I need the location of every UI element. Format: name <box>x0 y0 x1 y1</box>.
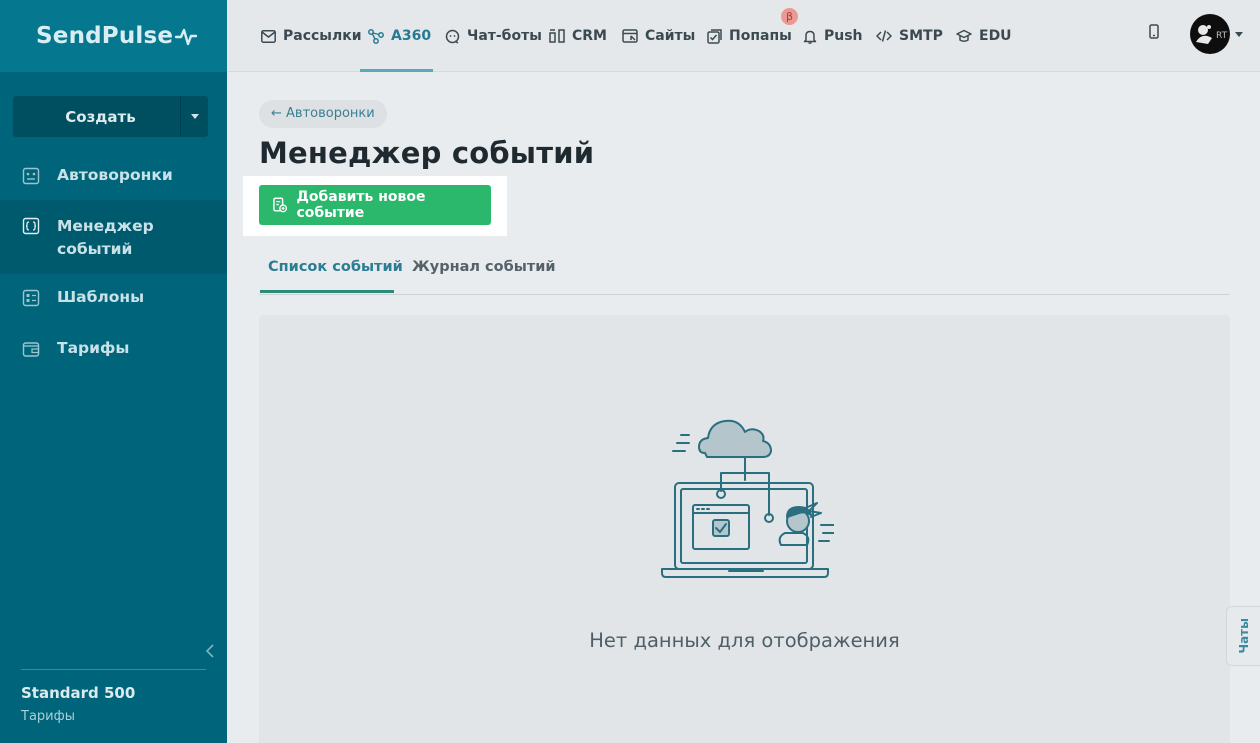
graduation-cap-icon <box>956 29 972 42</box>
plan-name: Standard 500 <box>21 684 136 702</box>
topnav-item-campaigns[interactable]: Рассылки <box>261 0 362 72</box>
pulse-icon <box>175 28 198 46</box>
logo-text: SendPulse <box>36 23 174 49</box>
topnav-label: Рассылки <box>283 28 362 44</box>
topnav-label: Чат-боты <box>467 28 542 44</box>
topnav-item-sites[interactable]: Сайты <box>622 0 695 72</box>
sidebar-item-label: Автоворонки <box>57 166 173 184</box>
topnav-item-smtp[interactable]: SMTP <box>876 0 943 72</box>
topnav-label: CRM <box>572 28 607 44</box>
create-button-label: Создать <box>65 107 136 126</box>
sidebar-item-event-manager[interactable]: Менеджер событий <box>0 200 227 274</box>
sidebar: SendPulse Создать Автоворонки Менеджер с… <box>0 0 227 743</box>
back-to-autofunnels-link[interactable]: ← Автоворонки <box>259 100 387 128</box>
code-brackets-icon <box>22 217 40 235</box>
add-new-event-button[interactable]: Добавить новое событие <box>259 185 491 225</box>
crm-icon <box>549 29 565 43</box>
sidebar-divider <box>21 669 206 670</box>
funnel-icon <box>22 167 40 185</box>
sidebar-item-label: Тарифы <box>57 339 130 357</box>
envelope-icon <box>261 29 276 43</box>
sidebar-item-label: Менеджер событий <box>57 217 154 258</box>
templates-icon <box>22 289 40 307</box>
mobile-icon[interactable] <box>1149 24 1159 39</box>
sidebar-item-label: Шаблоны <box>57 288 145 306</box>
topnav-label: А360 <box>391 28 432 44</box>
tab-event-list[interactable]: Список событий <box>268 259 403 275</box>
create-dropdown-caret[interactable] <box>180 96 208 137</box>
avatar-image: RT <box>1196 25 1228 44</box>
collapse-sidebar-icon[interactable] <box>203 643 217 659</box>
wallet-icon <box>22 342 40 357</box>
bell-icon <box>803 30 817 44</box>
chats-side-tab[interactable]: Чаты <box>1226 606 1260 666</box>
add-event-icon <box>273 197 288 213</box>
avatar-text: RT <box>1216 31 1228 41</box>
flow-icon <box>368 28 384 44</box>
empty-state-text: Нет данных для отображения <box>589 629 900 652</box>
topnav-label: Сайты <box>645 28 696 44</box>
code-icon <box>876 30 892 42</box>
avatar[interactable]: RT <box>1190 14 1230 54</box>
sidebar-item-templates[interactable]: Шаблоны <box>0 274 227 324</box>
tabs-bar: Список событий Журнал событий <box>259 253 1230 295</box>
sidebar-item-autofunnels[interactable]: Автоворонки <box>0 152 227 200</box>
main-content: ← Автоворонки Менеджер событий Добавить … <box>227 73 1260 743</box>
topnav-active-underline <box>360 69 433 72</box>
chat-bot-icon <box>445 29 460 44</box>
chats-side-tab-label: Чаты <box>1236 618 1251 654</box>
add-new-event-label: Добавить новое событие <box>296 189 426 221</box>
topnav-item-push[interactable]: Push <box>803 0 863 72</box>
topnav-item-crm[interactable]: CRM <box>549 0 607 72</box>
avatar-caret-icon[interactable] <box>1235 32 1243 37</box>
tab-event-log[interactable]: Журнал событий <box>412 259 556 275</box>
topnav-item-chatbots[interactable]: Чат-боты <box>445 0 542 72</box>
site-icon <box>622 29 638 43</box>
caret-down-icon <box>190 114 199 119</box>
topnav-label: Push <box>824 28 863 44</box>
logo-area: SendPulse <box>0 0 227 72</box>
top-bar: Рассылки А360 Чат-боты CRM Сайты Попапы … <box>227 0 1260 72</box>
sidebar-nav: Автоворонки Менеджер событий Шаблоны Тар… <box>0 152 227 374</box>
empty-state-illustration <box>661 419 834 578</box>
topnav-item-edu[interactable]: EDU <box>956 0 1012 72</box>
logo[interactable]: SendPulse <box>36 23 198 49</box>
topnav-label: SMTP <box>899 28 943 44</box>
sidebar-item-tariffs[interactable]: Тарифы <box>0 324 227 374</box>
beta-badge: β <box>781 8 798 25</box>
plan-link[interactable]: Тарифы <box>21 709 75 724</box>
topnav-label: EDU <box>979 28 1012 44</box>
topnav-label: Попапы <box>729 28 792 44</box>
topnav-item-popups[interactable]: Попапы <box>707 0 792 72</box>
topnav-item-a360[interactable]: А360 <box>368 0 431 72</box>
tab-active-underline <box>260 290 394 293</box>
popup-icon <box>707 28 722 44</box>
events-panel: Нет данных для отображения <box>259 315 1230 743</box>
create-button[interactable]: Создать <box>13 96 208 137</box>
page-title: Менеджер событий <box>259 136 595 170</box>
